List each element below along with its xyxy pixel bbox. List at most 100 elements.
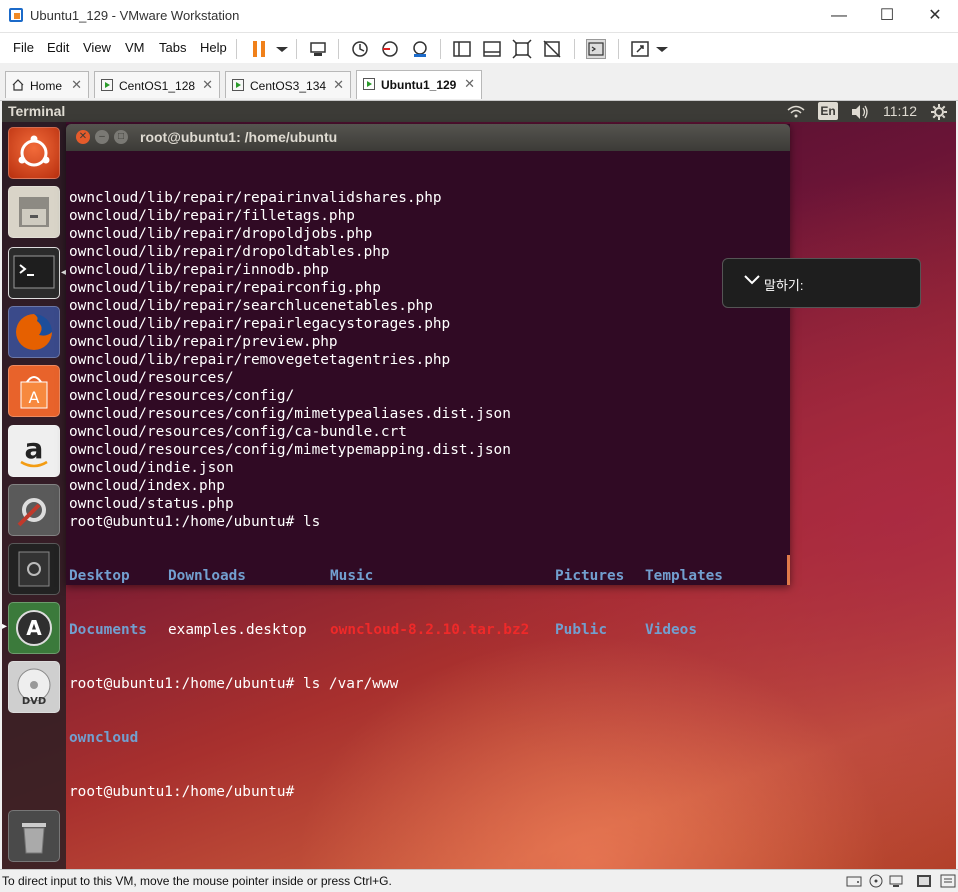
ls-entry: Desktop [69,568,130,584]
vm-icon [101,79,113,91]
terminal-launcher-icon[interactable] [8,247,60,299]
window-title-bar: Ubuntu1_129 - VMware Workstation — ☐ ✕ [0,0,958,33]
tab-centos1[interactable]: CentOS1_128 ✕ [94,71,220,98]
home-icon [12,79,24,91]
terminal-close-icon[interactable]: ✕ [76,130,90,144]
unity-launcher: ◂ A a A ▸ DVD [2,122,66,869]
ls-entry-archive: owncloud-8.2.10.tar.bz2 [330,622,530,638]
terminal-line: owncloud/lib/repair/repairconfig.php [69,280,381,296]
tab-close-icon[interactable]: ✕ [464,76,475,92]
stretch-guest-icon[interactable] [630,39,650,59]
amazon-icon[interactable]: a [8,425,60,477]
terminal-line: root@ubuntu1:/home/ubuntu# ls [69,514,321,530]
menu-vm[interactable]: VM [125,40,145,55]
fullscreen-toggle-icon[interactable] [916,873,932,892]
console-view-icon[interactable] [586,39,606,59]
terminal-output[interactable]: owncloud/lib/repair/repairinvalidshares.… [69,153,784,800]
system-settings-gear-icon[interactable] [930,103,948,124]
tab-ubuntu1[interactable]: Ubuntu1_129 ✕ [356,70,482,99]
terminal-maximize-icon[interactable]: □ [114,130,128,144]
menu-edit[interactable]: Edit [47,40,69,55]
vm-icon [232,79,244,91]
pause-icon[interactable] [250,39,270,59]
ls-entry: Music [330,568,374,584]
menu-view[interactable]: View [83,40,111,55]
dropdown-arrow-icon[interactable] [272,39,292,59]
thumbnail-bar-icon[interactable] [482,39,502,59]
close-button[interactable]: ✕ [912,0,958,32]
system-settings-icon[interactable] [8,484,60,536]
tab-centos3[interactable]: CentOS3_134 ✕ [225,71,351,98]
firefox-icon[interactable] [8,306,60,358]
send-ctrl-alt-del-icon[interactable] [308,39,328,59]
terminal-line: owncloud/resources/config/mimetypealiase… [69,406,511,422]
terminal-minimize-icon[interactable]: – [95,130,109,144]
menu-help[interactable]: Help [200,40,227,55]
cd-drive-icon[interactable] [868,873,884,892]
dropdown-arrow-icon[interactable] [652,39,672,59]
terminal-title-bar[interactable]: ✕ – □ root@ubuntu1: /home/ubuntu [66,124,790,151]
message-log-icon[interactable] [940,873,956,892]
ubuntu-top-panel: Terminal En 11:12 [2,101,956,122]
terminal-line: owncloud/lib/repair/repairinvalidshares.… [69,190,442,206]
toolbar-separator [236,39,237,59]
terminal-window[interactable]: ✕ – □ root@ubuntu1: /home/ubuntu ownclou… [66,124,790,800]
status-bar: To direct input to this VM, move the mou… [0,869,958,892]
terminal-line: owncloud/lib/repair/preview.php [69,334,338,350]
svg-text:A: A [29,388,40,407]
terminal-line: owncloud/indie.json [69,460,234,476]
ls-entry: Videos [645,622,697,638]
vmware-app-icon [9,8,23,22]
status-message: To direct input to this VM, move the mou… [2,874,392,888]
snapshot-manager-icon[interactable] [410,39,430,59]
menu-file[interactable]: File [13,40,34,55]
tab-close-icon[interactable]: ✕ [71,77,82,93]
maximize-button[interactable]: ☐ [864,0,910,32]
ubuntu-dash-icon[interactable] [8,127,60,179]
files-icon[interactable] [8,186,60,238]
unity-mode-icon[interactable] [542,39,562,59]
terminal-line: owncloud/resources/config/mimetypemappin… [69,442,511,458]
terminal-line: owncloud/lib/repair/repairlegacystorages… [69,316,451,332]
window-title: Ubuntu1_129 - VMware Workstation [30,8,240,23]
toolbar-separator [618,39,619,59]
ls-entry: Pictures [555,568,625,584]
terminal-prompt[interactable]: root@ubuntu1:/home/ubuntu# [69,783,784,801]
volume-icon[interactable] [850,104,870,123]
menu-tabs[interactable]: Tabs [159,40,186,55]
snapshot-icon[interactable] [350,39,370,59]
tab-close-icon[interactable]: ✕ [333,77,344,93]
vm-display[interactable]: Terminal En 11:12 ◂ A a A ▸ DVD ✕ – □ ro… [2,101,956,869]
vm-tab-bar: Home ✕ CentOS1_128 ✕ CentOS3_134 ✕ Ubunt… [0,64,958,101]
full-screen-icon[interactable] [512,39,532,59]
hard-disk-icon[interactable] [846,873,862,892]
dvd-icon[interactable]: DVD [8,661,60,713]
speech-input-popup[interactable]: 말하기: [722,258,921,308]
keyboard-layout-indicator[interactable]: En [818,102,838,120]
minimize-button[interactable]: — [816,0,862,32]
tab-close-icon[interactable]: ✕ [202,77,213,93]
terminal-line: owncloud/resources/config/ca-bundle.crt [69,424,407,440]
terminal-scrollbar[interactable] [787,555,790,585]
terminal-line: owncloud/lib/repair/innodb.php [69,262,329,278]
wifi-icon[interactable] [786,104,806,123]
trash-icon[interactable] [8,810,60,862]
chevron-down-icon[interactable] [743,274,761,289]
ls-entry: Documents [69,622,147,638]
tab-home[interactable]: Home ✕ [5,71,89,98]
show-library-icon[interactable] [452,39,472,59]
terminal-line: owncloud/resources/ [69,370,234,386]
network-adapter-icon[interactable] [888,873,904,892]
terminal-line: owncloud/lib/repair/searchlucenetables.p… [69,298,433,314]
revert-snapshot-icon[interactable] [380,39,400,59]
backup-icon[interactable] [8,543,60,595]
software-center-icon[interactable]: A [8,365,60,417]
terminal-line: owncloud/lib/repair/removegetetagentries… [69,352,451,368]
software-updater-icon[interactable]: A [8,602,60,654]
svg-text:a: a [25,432,44,465]
clock[interactable]: 11:12 [883,103,917,119]
ls-entry: Templates [645,568,723,584]
speech-label: 말하기: [764,278,804,293]
ls-entry: Public [555,622,607,638]
svg-text:A: A [26,616,42,640]
